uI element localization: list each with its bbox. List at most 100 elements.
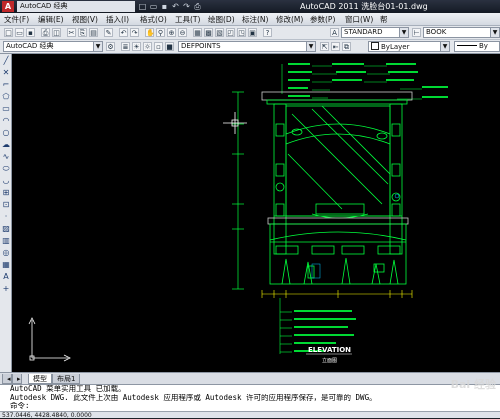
rectangle-icon[interactable]: ▭ (1, 104, 11, 114)
polyline-icon[interactable]: ⌐ (1, 80, 11, 90)
layer-color-icon[interactable]: ■ (165, 42, 174, 51)
sheet-set-icon[interactable]: ◰ (226, 28, 235, 37)
point-icon[interactable]: · (1, 212, 11, 222)
freeze-icon[interactable]: ☼ (143, 42, 152, 51)
properties-icon[interactable]: ▦ (193, 28, 202, 37)
standard-toolbar: □ ▭ ▪ ⎙ ◫ ✂ ⎘ ▤ ✎ ↶ ↷ ✋ ⚲ ⊕ ⊖ ▦ ▩ ▧ ◰ ◳ … (0, 26, 500, 40)
tool-palettes-icon[interactable]: ▧ (215, 28, 224, 37)
add-selected-icon[interactable]: + (1, 284, 11, 294)
menu-view[interactable]: 视图(V) (72, 13, 98, 26)
markup-icon[interactable]: ◳ (237, 28, 246, 37)
chevron-down-icon[interactable]: ▼ (93, 42, 102, 51)
redo-icon[interactable]: ↷ (130, 28, 139, 37)
region-icon[interactable]: ◎ (1, 248, 11, 258)
copy-icon[interactable]: ⎘ (78, 28, 87, 37)
chevron-down-icon[interactable]: ▼ (440, 42, 449, 51)
open-icon[interactable]: ▭ (15, 28, 24, 37)
ucs-icon (28, 317, 71, 362)
zoom-previous-icon[interactable]: ⊖ (178, 28, 187, 37)
revision-cloud-icon[interactable]: ☁ (1, 140, 11, 150)
text-style-select[interactable]: STANDARD ▼ (341, 27, 409, 38)
tab-model[interactable]: 模型 (28, 374, 52, 384)
undo-icon[interactable]: ↶ (119, 28, 128, 37)
chevron-down-icon[interactable]: ▼ (490, 28, 499, 37)
calculator-icon[interactable]: ▣ (248, 28, 257, 37)
menu-modify[interactable]: 修改(M) (276, 13, 303, 26)
lock-icon[interactable]: ▫ (154, 42, 163, 51)
multiline-text-icon[interactable]: A (1, 272, 11, 282)
construction-line-icon[interactable]: ✕ (1, 68, 11, 78)
gradient-icon[interactable]: ▥ (1, 236, 11, 246)
menu-insert[interactable]: 插入(I) (106, 13, 129, 26)
dim-style-value: BOOK (426, 28, 447, 36)
ellipse-icon[interactable]: ⬭ (1, 164, 11, 174)
preview-icon[interactable]: ◫ (52, 28, 61, 37)
tab-layout1[interactable]: 布局1 (52, 374, 81, 384)
bottom-leader-lines (279, 298, 292, 354)
plot-icon[interactable]: ⎙ (193, 2, 202, 11)
arc-icon[interactable]: ◠ (1, 116, 11, 126)
menu-draw[interactable]: 绘图(D) (208, 13, 235, 26)
polygon-icon[interactable]: ⬠ (1, 92, 11, 102)
layer-manager-icon[interactable]: ≣ (121, 42, 130, 51)
chevron-down-icon[interactable]: ▼ (399, 28, 408, 37)
layer-select[interactable]: DEFPOINTS ▼ (178, 41, 316, 52)
menu-dimension[interactable]: 标注(N) (242, 13, 268, 26)
ellipse-arc-icon[interactable]: ◡ (1, 176, 11, 186)
menu-tools[interactable]: 工具(T) (175, 13, 200, 26)
menu-edit[interactable]: 编辑(E) (38, 13, 64, 26)
save-icon[interactable]: ▪ (26, 28, 35, 37)
save-icon[interactable]: ▪ (160, 2, 169, 11)
lightbulb-icon[interactable]: ☀ (132, 42, 141, 51)
annotation-text-marks (288, 63, 448, 98)
dim-style-select[interactable]: BOOK ▼ (423, 27, 500, 38)
drawing-subtitle: 立面图 (322, 357, 337, 364)
match-properties-icon[interactable]: ✎ (104, 28, 113, 37)
table-icon[interactable]: ▦ (1, 260, 11, 270)
line-icon[interactable]: ╱ (1, 56, 11, 66)
menu-format[interactable]: 格式(O) (140, 13, 167, 26)
linetype-value: By (479, 42, 488, 50)
crosshair-cursor (223, 112, 247, 134)
spline-icon[interactable]: ∿ (1, 152, 11, 162)
layer-previous-icon[interactable]: ⇤ (331, 42, 340, 51)
redo-icon[interactable]: ↷ (182, 2, 191, 11)
undo-icon[interactable]: ↶ (171, 2, 180, 11)
menu-help[interactable]: 帮 (380, 13, 388, 26)
new-icon[interactable]: □ (4, 28, 13, 37)
new-icon[interactable]: □ (138, 2, 147, 11)
vanity-elevation (261, 91, 413, 285)
tab-nav-icon[interactable]: ◂ (2, 374, 12, 384)
color-swatch-icon (371, 42, 379, 50)
drawing-canvas[interactable]: ELEVATION 立面图 (12, 54, 500, 372)
make-block-icon[interactable]: ⊡ (1, 200, 11, 210)
plot-icon[interactable]: ⎙ (41, 28, 50, 37)
zoom-window-icon[interactable]: ⊕ (167, 28, 176, 37)
tab-nav-icon[interactable]: ▸ (12, 374, 22, 384)
menu-file[interactable]: 文件(F) (4, 13, 29, 26)
hatch-icon[interactable]: ▨ (1, 224, 11, 234)
circle-icon[interactable]: ○ (1, 128, 11, 138)
paste-icon[interactable]: ▤ (89, 28, 98, 37)
draw-toolbar: ╱ ✕ ⌐ ⬠ ▭ ◠ ○ ☁ ∿ ⬭ ◡ ⊞ ⊡ · ▨ ▥ ◎ ▦ A + (0, 54, 12, 372)
chevron-down-icon[interactable]: ▼ (306, 42, 315, 51)
color-select[interactable]: ByLayer ▼ (368, 41, 450, 52)
help-icon[interactable]: ? (263, 28, 272, 37)
zoom-realtime-icon[interactable]: ⚲ (156, 28, 165, 37)
menu-parametric[interactable]: 参数(P) (310, 13, 335, 26)
command-prompt[interactable]: 命令: (10, 402, 500, 411)
design-center-icon[interactable]: ▩ (204, 28, 213, 37)
workspace-select[interactable]: AutoCAD 经典 ▼ (3, 41, 103, 52)
window-title: AutoCAD 2011 洗脸台01-01.dwg (300, 2, 428, 11)
open-icon[interactable]: ▭ (149, 2, 158, 11)
menu-window[interactable]: 窗口(W) (345, 13, 373, 26)
linetype-select[interactable]: By (454, 41, 500, 52)
insert-block-icon[interactable]: ⊞ (1, 188, 11, 198)
workspace-settings-icon[interactable]: ⚙ (106, 42, 115, 51)
pan-icon[interactable]: ✋ (145, 28, 155, 37)
workspace-selector[interactable]: AutoCAD 经典 (17, 1, 135, 12)
make-current-icon[interactable]: ⇱ (320, 42, 329, 51)
cut-icon[interactable]: ✂ (67, 28, 76, 37)
layer-states-icon[interactable]: ⧉ (342, 42, 351, 51)
autocad-logo-icon[interactable]: A (2, 1, 14, 12)
